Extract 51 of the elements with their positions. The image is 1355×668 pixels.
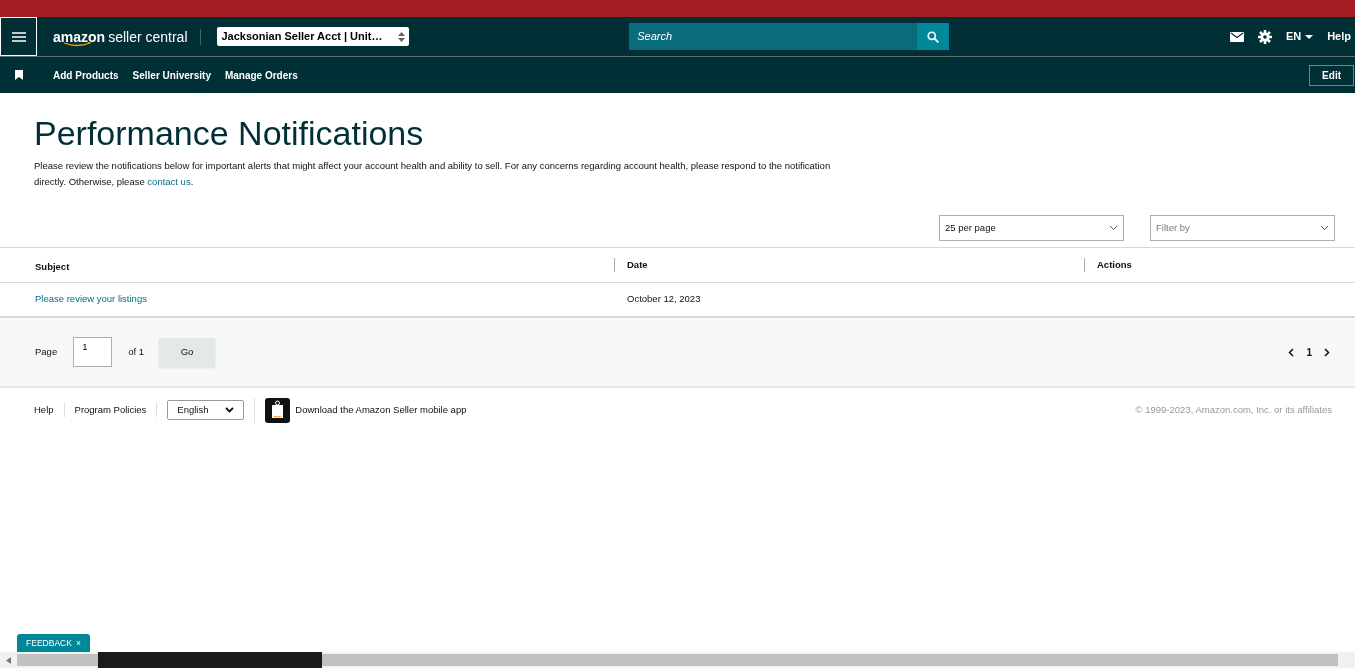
help-link[interactable]: Help [1327, 28, 1351, 45]
language-button[interactable]: EN [1285, 28, 1314, 45]
chevron-left-icon[interactable] [1288, 347, 1295, 357]
filter-input[interactable]: Filter by [1156, 220, 1320, 236]
search-button[interactable] [917, 23, 950, 50]
nav-link[interactable]: Add Products [53, 67, 119, 83]
search-input[interactable]: Search [637, 28, 918, 45]
seller-central-logo[interactable]: amazon seller central [53, 28, 201, 45]
logo-product-text: seller central [108, 29, 188, 44]
footer-link[interactable]: Program Policies [74, 402, 158, 418]
filter-select[interactable]: Filter by [1150, 215, 1335, 241]
intro-text: Please review the notifications below for important alerts that might affect your account health and ability to sell. For any concerns regarding account health, please respond to the notification directly. Otherwise, please contact us. [34, 159, 832, 189]
footer-link[interactable]: Help [34, 402, 65, 418]
search-icon [927, 30, 940, 43]
subject-link[interactable]: Please review your listings [0, 292, 614, 307]
chevron-down-icon [1320, 225, 1329, 231]
date-cell-text: October 12, 2023 [626, 292, 702, 307]
column-header: Actions [1097, 257, 1132, 272]
chevron-down-icon [1109, 225, 1118, 231]
bookmark-icon[interactable] [15, 70, 23, 80]
horizontal-scrollbar[interactable] [0, 652, 1355, 668]
go-button[interactable]: Go [159, 337, 216, 367]
page-number-input[interactable]: 1 [73, 337, 113, 367]
logo-brand-text: amazon [53, 29, 106, 44]
edit-button[interactable]: Edit [1309, 64, 1354, 86]
account-selector[interactable]: Jacksonian Seller Acct | Unit… [216, 27, 409, 46]
feedback-tab[interactable]: FEEDBACK × [17, 634, 90, 652]
page-title: Performance Notifications [34, 113, 425, 153]
chevron-down-icon [225, 407, 235, 413]
page-count-text: of 1 [128, 344, 145, 359]
column-header: Date [627, 257, 648, 272]
menu-button[interactable] [0, 17, 37, 56]
search-field[interactable]: Search [629, 23, 918, 50]
settings-icon[interactable] [1257, 29, 1272, 44]
copyright-text: © 1999-2023, Amazon.com, Inc. or its affiliates [1135, 402, 1332, 417]
chevron-right-icon[interactable] [1324, 347, 1330, 357]
mail-icon[interactable] [1229, 31, 1244, 42]
menu-icon [11, 31, 26, 42]
scroll-left-icon[interactable] [6, 656, 11, 664]
per-page-select[interactable]: 25 per page [939, 215, 1124, 241]
caret-icon [1305, 34, 1314, 39]
contact-us-link[interactable]: contact us [147, 176, 191, 187]
shopping-tag-app-icon[interactable] [265, 397, 291, 423]
column-header: Subject [35, 261, 70, 272]
spinner-arrows-icon [396, 30, 406, 43]
nav-link[interactable]: Manage Orders [224, 67, 298, 83]
page-label: Page [35, 344, 58, 359]
download-app-text[interactable]: Download the Amazon Seller mobile app [295, 402, 467, 418]
current-page-number[interactable]: 1 [1306, 344, 1312, 360]
language-select[interactable]: English [167, 400, 245, 420]
nav-link[interactable]: Seller University [132, 67, 211, 83]
